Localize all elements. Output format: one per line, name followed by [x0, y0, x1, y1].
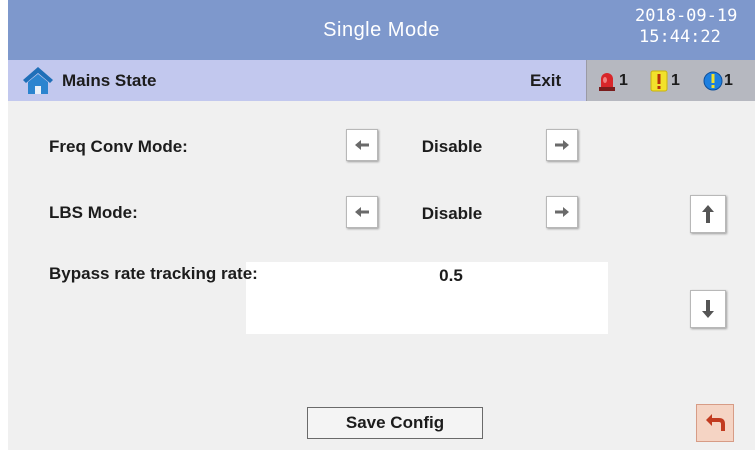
freq-conv-next-button[interactable] — [546, 129, 578, 161]
arrow-left-icon — [355, 140, 369, 150]
save-config-button[interactable]: Save Config — [307, 407, 483, 439]
lbs-prev-button[interactable] — [346, 196, 378, 228]
bypass-rate-value: 0.5 — [439, 266, 463, 285]
scroll-down-button[interactable] — [690, 290, 726, 328]
freq-conv-label: Freq Conv Mode: — [49, 137, 188, 156]
freq-conv-prev-button[interactable] — [346, 129, 378, 161]
alarm-warning-count: 1 — [671, 72, 680, 89]
arrow-down-icon — [702, 300, 714, 318]
nav-bar: Mains State Exit 1 1 1 — [8, 60, 755, 101]
lbs-next-button[interactable] — [546, 196, 578, 228]
scroll-up-button[interactable] — [690, 195, 726, 233]
lbs-label: LBS Mode: — [49, 203, 138, 222]
alarm-info-count: 1 — [724, 72, 733, 89]
arrow-up-icon — [702, 205, 714, 223]
back-button[interactable] — [696, 404, 734, 442]
alarm-critical[interactable]: 1 — [598, 70, 628, 92]
freq-conv-value: Disable — [421, 137, 483, 156]
screen: Single Mode 2018-09-19 15:44:22 Mains St… — [8, 0, 755, 450]
alarm-warning[interactable]: 1 — [650, 70, 680, 92]
warning-icon — [650, 70, 668, 92]
info-icon — [703, 71, 723, 91]
return-arrow-icon — [706, 414, 725, 431]
alarm-info[interactable]: 1 — [703, 70, 733, 92]
home-icon[interactable] — [22, 65, 54, 95]
alarm-critical-count: 1 — [619, 72, 628, 89]
bypass-rate-label: Bypass rate tracking rate: — [49, 264, 258, 283]
arrow-right-icon — [555, 207, 569, 217]
datetime: 2018-09-19 15:44:22 — [635, 6, 755, 48]
exit-button[interactable]: Exit — [530, 60, 561, 101]
section-title: Mains State — [62, 71, 157, 90]
siren-icon — [599, 73, 615, 91]
arrow-left-icon — [355, 207, 369, 217]
lbs-value: Disable — [421, 204, 483, 223]
time-text: 15:44:22 — [639, 27, 721, 47]
alarm-indicators: 1 1 1 — [586, 60, 755, 101]
date-text: 2018-09-19 — [635, 6, 738, 26]
title-bar: Single Mode 2018-09-19 15:44:22 — [8, 0, 755, 60]
arrow-right-icon — [555, 140, 569, 150]
